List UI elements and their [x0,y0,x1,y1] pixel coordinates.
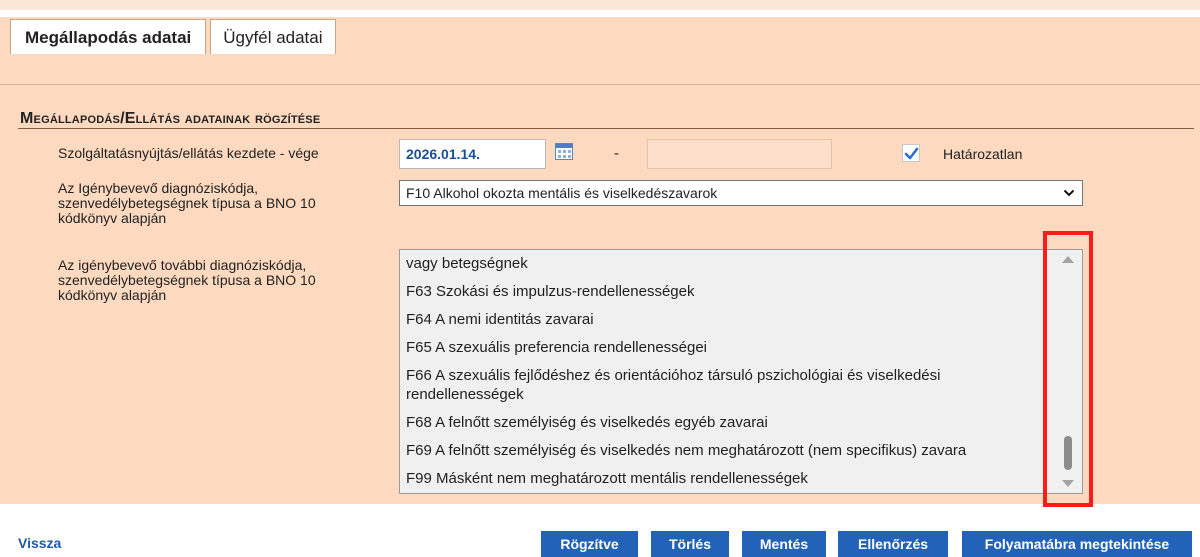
diagnosis-label-line: Az Igénybevevő diagnóziskódja, [58,180,259,196]
indefinite-checkbox[interactable] [902,144,920,162]
additional-diagnosis-label-line: kódkönyv alapján [58,287,167,303]
tab-divider [0,84,1200,85]
additional-diagnosis-label-line: Az igénybevevő további diagnóziskódja, [58,257,307,273]
list-item[interactable]: F69 A felnőtt személyiség és viselkedés … [406,442,1052,460]
service-period-label: Szolgáltatásnyújtás/ellátás kezdete - vé… [58,145,319,161]
date-range-separator: - [614,145,619,162]
diagnosis-selected-value: F10 Alkohol okozta mentális és viselkedé… [406,185,718,201]
top-band [0,0,1200,10]
list-item[interactable]: F99 Másként nem meghatározott mentális r… [406,470,1052,488]
diagnosis-label-line: kódkönyv alapján [58,210,167,226]
diagnosis-label-line: szenvedélybetegségnek típusa a BNO 10 [58,195,316,211]
section-divider [18,128,1194,129]
scrollbar-highlight-box [1043,231,1093,507]
view-flowchart-button[interactable]: Folyamatábra megtekintése [962,531,1192,557]
check-button[interactable]: Ellenőrzés [838,531,948,557]
list-item[interactable]: F63 Szokási és impulzus-rendellenességek [406,283,1052,301]
delete-button[interactable]: Törlés [651,531,729,557]
indefinite-label: Határozatlan [943,146,1023,162]
recorded-button[interactable]: Rögzítve [541,531,638,557]
tab-client-data[interactable]: Ügyfél adatai [210,19,336,54]
additional-diagnosis-label: Az igénybevevő további diagnóziskódja, s… [58,258,316,303]
end-date-input[interactable] [647,139,832,169]
list-item[interactable]: F66 A szexuális fejlődéshez és orientáci… [406,367,1052,385]
checkmark-icon [904,147,919,160]
calendar-icon[interactable] [555,143,573,160]
tab-bar: Megállapodás adatai Ügyfél adatai [10,19,340,54]
list-item-continuation[interactable]: rendellenességek [406,386,1052,404]
diagnosis-select[interactable]: F10 Alkohol okozta mentális és viselkedé… [399,180,1083,206]
list-item[interactable]: F64 A nemi identitás zavarai [406,311,1052,329]
save-button[interactable]: Mentés [742,531,826,557]
tab-agreement-data[interactable]: Megállapodás adatai [10,19,207,54]
chevron-down-icon [1063,189,1075,197]
start-date-input[interactable]: 2026.01.14. [399,139,546,169]
section-title: Megállapodás/Ellátás adatainak rögzítése [20,110,321,127]
back-link[interactable]: Vissza [18,535,61,551]
additional-diagnosis-label-line: szenvedélybetegségnek típusa a BNO 10 [58,272,316,288]
list-item[interactable]: vagy betegségnek [406,255,1052,273]
list-item[interactable]: F65 A szexuális preferencia rendelleness… [406,339,1052,357]
list-item[interactable]: F68 A felnőtt személyiség és viselkedés … [406,414,1052,432]
additional-diagnosis-listbox[interactable]: vagy betegségnek F63 Szokási és impulzus… [399,249,1083,494]
diagnosis-label: Az Igénybevevő diagnóziskódja, szenvedél… [58,181,316,226]
